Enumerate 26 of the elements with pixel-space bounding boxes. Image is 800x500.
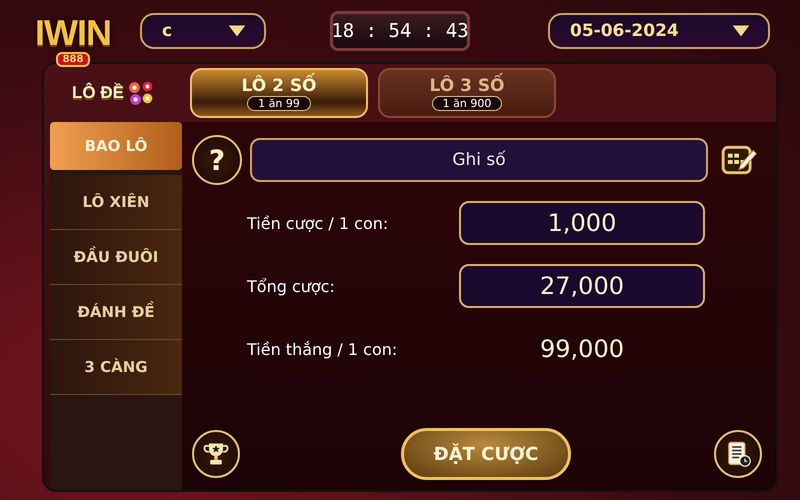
filter-dropdown[interactable]: c	[140, 13, 266, 49]
lottery-balls-icon	[128, 80, 154, 106]
sidebar-item[interactable]: ĐẦU ĐUÔI	[50, 230, 182, 285]
amount-field[interactable]: 1,000	[459, 201, 705, 245]
amount-field[interactable]: 27,000	[459, 264, 705, 308]
sidebar-item[interactable]: 3 CÀNG	[50, 340, 182, 395]
section-title: LÔ ĐỀ	[72, 83, 124, 103]
place-bet-button[interactable]: ĐẶT CƯỢC	[401, 428, 571, 480]
clock-display: 18 : 54 : 43	[330, 11, 470, 51]
sidebar-item[interactable]: ĐÁNH ĐỀ	[50, 285, 182, 340]
number-input[interactable]: Ghi số	[250, 138, 708, 182]
help-button[interactable]: ?	[192, 135, 242, 185]
rate-badge: 1 ăn 900	[432, 96, 502, 110]
amount-label: Tổng cược:	[246, 276, 336, 296]
dropdown-value: c	[162, 21, 172, 41]
date-value: 05-06-2024	[570, 21, 679, 41]
sidebar-item[interactable]: LÔ XIÊN	[50, 175, 182, 230]
rate-badge: 1 ăn 99	[247, 96, 311, 110]
amount-value: 99,000	[539, 335, 625, 363]
amount-label: Tiền cược / 1 con:	[246, 214, 390, 232]
history-button[interactable]	[714, 430, 762, 478]
date-dropdown[interactable]: 05-06-2024	[548, 13, 770, 49]
amount-label: Tiền thắng / 1 con:	[246, 340, 398, 358]
tab[interactable]: LÔ 2 SỐ 1 ăn 99	[190, 68, 368, 118]
tab[interactable]: LÔ 3 SỐ 1 ăn 900	[378, 68, 556, 118]
trophy-button[interactable]	[192, 430, 240, 478]
